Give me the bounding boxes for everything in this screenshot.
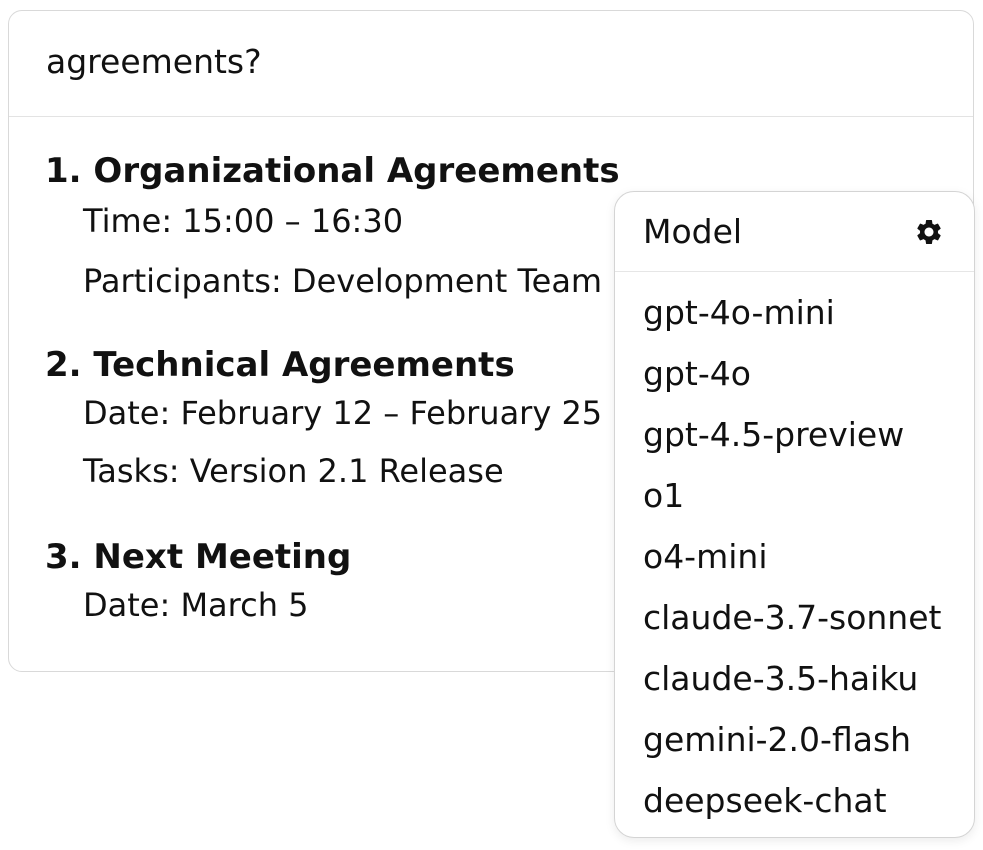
question-text: agreements? [46, 42, 262, 81]
model-option-claude-3-7-sonnet[interactable]: claude-3.7-sonnet [615, 587, 974, 648]
section-detail: Date: February 12 – February 25 [83, 394, 603, 432]
model-dropdown-title: Model [643, 212, 743, 251]
model-option-gpt-4-5-preview[interactable]: gpt-4.5-preview [615, 404, 974, 465]
model-option-gpt-4o[interactable]: gpt-4o [615, 343, 974, 404]
model-option-list: gpt-4o-mini gpt-4o gpt-4.5-preview o1 o4… [615, 282, 974, 831]
model-option-deepseek-chat[interactable]: deepseek-chat [615, 770, 974, 831]
answer-section: 3. Next Meeting Date: March 5 [45, 535, 352, 624]
answer-section: 2. Technical Agreements Date: February 1… [45, 343, 602, 490]
gear-icon[interactable] [914, 217, 944, 247]
section-detail: Tasks: Version 2.1 Release [83, 452, 504, 490]
model-option-o4-mini[interactable]: o4-mini [615, 526, 974, 587]
user-question: agreements? [9, 11, 973, 117]
model-option-gemini-2-0-flash[interactable]: gemini-2.0-flash [615, 709, 974, 770]
section-title: 2. Technical Agreements [45, 345, 515, 385]
model-option-gpt-4o-mini[interactable]: gpt-4o-mini [615, 282, 974, 343]
answer-section: 1. Organizational Agreements Time: 15:00… [45, 149, 620, 300]
section-detail: Date: March 5 [83, 586, 309, 624]
model-dropdown: Model gpt-4o-mini gpt-4o gpt-4.5-preview… [614, 191, 975, 838]
model-option-o1[interactable]: o1 [615, 465, 974, 526]
model-option-claude-3-5-haiku[interactable]: claude-3.5-haiku [615, 648, 974, 709]
section-title: 1. Organizational Agreements [45, 151, 620, 191]
section-detail: Time: 15:00 – 16:30 [83, 202, 404, 240]
model-dropdown-header: Model [615, 192, 974, 272]
section-detail: Participants: Development Team [83, 262, 603, 300]
section-title: 3. Next Meeting [45, 537, 352, 577]
